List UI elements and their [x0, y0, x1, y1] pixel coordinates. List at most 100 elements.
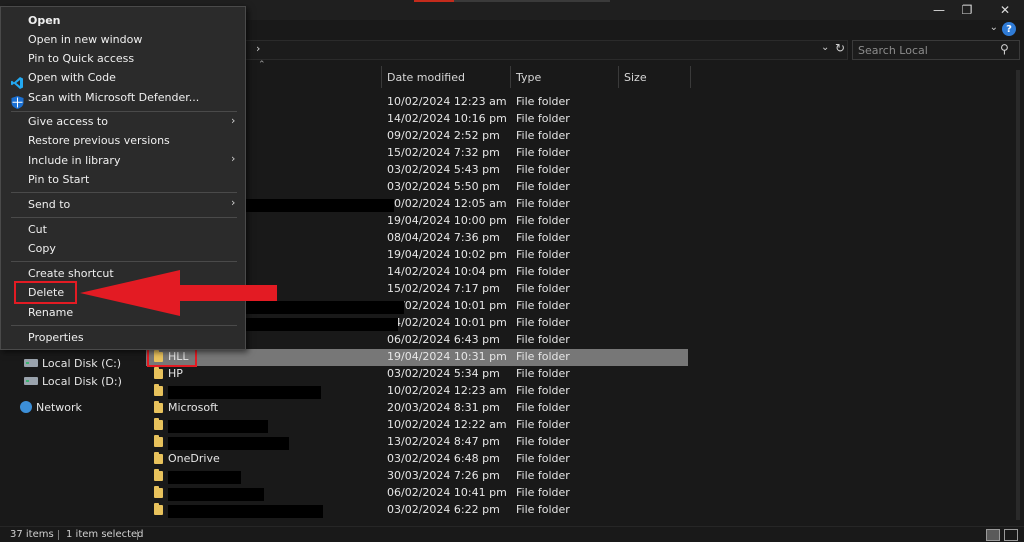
help-icon[interactable]: ? [1002, 22, 1016, 36]
file-type: File folder [516, 197, 570, 210]
table-row[interactable]: 10/02/2024 12:23 am File folder [146, 383, 688, 400]
address-dropdown-icon[interactable]: ⌄ [821, 42, 829, 53]
file-date: 15/02/2024 7:32 pm [387, 146, 500, 159]
menu-item-pin-quick-access[interactable]: Pin to Quick access [28, 51, 134, 67]
menu-item-scan-defender[interactable]: Scan with Microsoft Defender... [28, 90, 199, 106]
redaction-block [168, 488, 264, 501]
menu-item-rename[interactable]: Rename [28, 305, 73, 321]
table-row[interactable]: OneDrive 03/02/2024 6:48 pm File folder [146, 451, 688, 468]
file-date: 14/02/2024 10:01 pm [387, 299, 507, 312]
table-row[interactable]: 06/02/2024 10:41 pm File folder [146, 485, 688, 502]
file-date: 15/02/2024 7:17 pm [387, 282, 500, 295]
scrollbar-track[interactable] [1016, 70, 1020, 520]
file-type: File folder [516, 95, 570, 108]
delete-highlight-box [14, 281, 77, 304]
table-row[interactable]: HLL 19/04/2024 10:31 pm File folder [146, 349, 688, 366]
search-icon[interactable]: ⚲ [1000, 42, 1009, 56]
sort-ascending-icon: ⌃ [258, 60, 266, 70]
file-date: 08/04/2024 7:36 pm [387, 231, 500, 244]
item-count: 37 items [10, 529, 54, 540]
file-date: 14/02/2024 10:04 pm [387, 265, 507, 278]
file-type: File folder [516, 316, 570, 329]
menu-item-pin-start[interactable]: Pin to Start [28, 172, 89, 188]
large-icons-view-button[interactable] [1004, 529, 1018, 541]
table-row[interactable]: 13/02/2024 8:47 pm File folder [146, 434, 688, 451]
chevron-right-icon: › [231, 152, 236, 165]
vscode-icon [11, 77, 23, 89]
file-type: File folder [516, 418, 570, 431]
file-date: 10/02/2024 12:23 am [387, 384, 507, 397]
file-type: File folder [516, 503, 570, 516]
file-type: File folder [516, 248, 570, 261]
file-date: 19/04/2024 10:02 pm [387, 248, 507, 261]
file-date: 03/02/2024 6:22 pm [387, 503, 500, 516]
file-date: 10/02/2024 12:05 am [387, 197, 507, 210]
folder-icon [154, 469, 163, 481]
column-header-size[interactable]: Size [618, 66, 690, 88]
menu-item-give-access[interactable]: Give access to [28, 114, 108, 130]
close-button[interactable]: ✕ [988, 0, 1022, 20]
column-divider[interactable] [618, 66, 619, 88]
menu-item-open-new-window[interactable]: Open in new window [28, 32, 142, 48]
file-date: 03/02/2024 5:43 pm [387, 163, 500, 176]
chevron-right-icon: › [231, 196, 236, 209]
table-row[interactable]: 10/02/2024 12:22 am File folder [146, 417, 688, 434]
file-type: File folder [516, 299, 570, 312]
search-input[interactable] [858, 42, 996, 58]
file-date: 19/04/2024 10:00 pm [387, 214, 507, 227]
column-divider[interactable] [510, 66, 511, 88]
drive-icon [24, 359, 38, 367]
menu-item-open[interactable]: Open [28, 13, 61, 29]
table-row[interactable]: HP 03/02/2024 5:34 pm File folder [146, 366, 688, 383]
folder-icon [154, 401, 163, 413]
menu-item-cut[interactable]: Cut [28, 222, 47, 238]
nav-item-local-disk-c[interactable]: Local Disk (C:) [24, 355, 121, 371]
breadcrumb-chevron-icon[interactable]: › [256, 42, 260, 55]
file-type: File folder [516, 163, 570, 176]
file-name: OneDrive [168, 452, 220, 465]
menu-item-copy[interactable]: Copy [28, 241, 56, 257]
menu-item-restore-versions[interactable]: Restore previous versions [28, 133, 170, 149]
file-type: File folder [516, 112, 570, 125]
refresh-icon[interactable]: ↻ [835, 41, 845, 55]
table-row[interactable]: 30/03/2024 7:26 pm File folder [146, 468, 688, 485]
collapse-ribbon-icon[interactable]: ⌄ [990, 22, 998, 33]
file-date: 20/03/2024 8:31 pm [387, 401, 500, 414]
file-type: File folder [516, 180, 570, 193]
menu-item-send-to[interactable]: Send to [28, 197, 70, 213]
menu-separator [11, 111, 237, 112]
folder-icon [154, 418, 163, 430]
redaction-block [168, 420, 268, 433]
file-date: 03/02/2024 5:34 pm [387, 367, 500, 380]
redaction-block [168, 505, 323, 518]
file-date: 13/02/2024 8:47 pm [387, 435, 500, 448]
column-header-type[interactable]: Type [510, 66, 618, 88]
menu-item-open-with-code[interactable]: Open with Code [28, 70, 116, 86]
nav-item-local-disk-d[interactable]: Local Disk (D:) [24, 373, 122, 389]
network-icon [20, 401, 32, 413]
file-type: File folder [516, 401, 570, 414]
table-row[interactable]: 03/02/2024 6:22 pm File folder [146, 502, 688, 519]
file-type: File folder [516, 146, 570, 159]
maximize-button[interactable]: ❐ [950, 0, 984, 20]
file-name: HP [168, 367, 183, 380]
file-type: File folder [516, 452, 570, 465]
table-row[interactable]: Microsoft 20/03/2024 8:31 pm File folder [146, 400, 688, 417]
menu-item-properties[interactable]: Properties [28, 330, 84, 346]
file-type: File folder [516, 129, 570, 142]
column-divider[interactable] [381, 66, 382, 88]
file-date: 06/02/2024 10:41 pm [387, 486, 507, 499]
file-date: 30/03/2024 7:26 pm [387, 469, 500, 482]
column-divider[interactable] [690, 66, 691, 88]
details-view-button[interactable] [986, 529, 1000, 541]
nav-item-network[interactable]: Network [20, 399, 82, 415]
menu-item-include-library[interactable]: Include in library [28, 153, 120, 169]
folder-icon [154, 435, 163, 447]
file-date: 10/02/2024 12:23 am [387, 95, 507, 108]
address-bar[interactable] [244, 40, 848, 60]
menu-separator [11, 192, 237, 193]
file-type: File folder [516, 384, 570, 397]
nav-item-label: Network [36, 400, 82, 414]
column-header-date[interactable]: Date modified [381, 66, 511, 88]
file-type: File folder [516, 469, 570, 482]
